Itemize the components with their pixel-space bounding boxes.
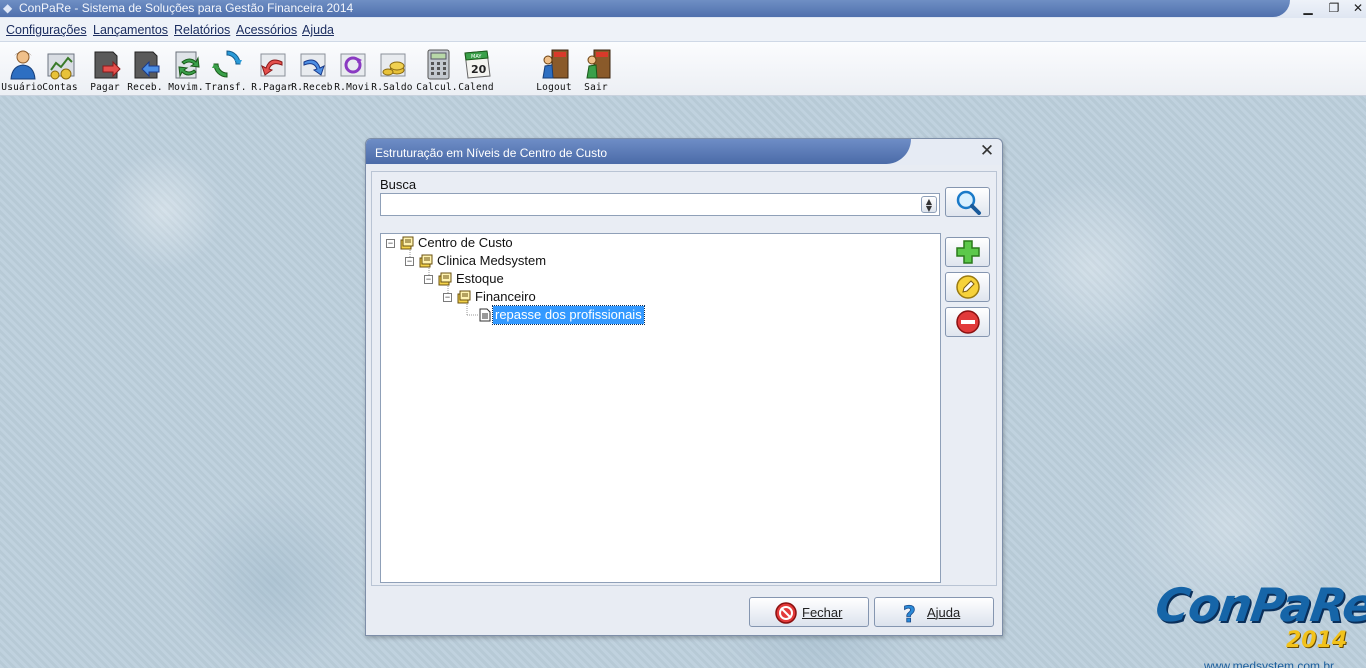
conpare-logo: ConPaRe 2014 www.medsystem.com.br	[1152, 578, 1366, 668]
toolbar: Usuário Contas Pagar Receb. Movim. Trans…	[0, 42, 1366, 96]
toolbar-transf-label: Transf.	[205, 82, 247, 93]
pencil-icon	[956, 275, 980, 299]
help-icon: ?	[903, 603, 917, 625]
dialog-body: Busca ▲ ▼ − Centro de Custo − Clinica Me…	[371, 171, 997, 586]
collapse-icon[interactable]: −	[424, 275, 433, 284]
collapse-icon[interactable]: −	[386, 239, 395, 248]
collapse-icon[interactable]: −	[443, 293, 452, 302]
toolbar-sair-button[interactable]: Sair	[576, 46, 616, 94]
toolbar-transf-button[interactable]: Transf.	[205, 46, 247, 94]
close-window-button[interactable]: ✕	[1346, 0, 1366, 18]
transfer-icon	[212, 50, 242, 78]
calendar-month: MAY	[471, 54, 482, 60]
folder-icon	[400, 236, 414, 250]
busca-combobox[interactable]: ▲ ▼	[380, 193, 940, 216]
app-icon: ◆	[3, 1, 13, 15]
window-title: ConPaRe - Sistema de Soluções para Gestã…	[19, 1, 354, 15]
logout-icon	[542, 49, 569, 79]
tree-node-label: Financeiro	[475, 289, 536, 304]
logo-year: 2014	[1286, 628, 1348, 653]
accounts-icon	[47, 53, 75, 80]
toolbar-rpagar-button[interactable]: R.Pagar	[251, 46, 293, 94]
restore-button[interactable]: ❐	[1322, 0, 1346, 18]
toolbar-rsaldo-label: R.Saldo	[371, 82, 413, 93]
menu-lancamentos[interactable]: Lançamentos	[93, 23, 168, 37]
logo-name: ConPaRe	[1152, 578, 1366, 632]
close-icon[interactable]: ✕	[978, 142, 996, 160]
report-movement-icon	[340, 53, 366, 77]
ajuda-button[interactable]: ? Ajuda	[874, 597, 994, 627]
receive-icon	[134, 51, 160, 79]
toolbar-calcul-button[interactable]: Calcul.	[416, 46, 458, 94]
toolbar-calend-label: Calend	[458, 82, 494, 93]
tree-node-label: Centro de Custo	[418, 235, 513, 250]
exit-icon	[586, 49, 611, 79]
minus-icon	[956, 310, 980, 334]
toolbar-receb-button[interactable]: Receb.	[125, 46, 165, 94]
tree-node-label-selected: repasse dos profissionais	[492, 305, 645, 325]
plus-icon	[956, 240, 980, 264]
search-button[interactable]	[945, 187, 990, 217]
menu-ajuda[interactable]: Ajuda	[302, 23, 334, 37]
pay-icon	[94, 51, 121, 79]
folder-icon	[438, 272, 452, 286]
toolbar-pagar-button[interactable]: Pagar	[85, 46, 125, 94]
movement-icon	[175, 51, 200, 79]
toolbar-contas-label: Contas	[42, 82, 78, 93]
minimize-button[interactable]: ▁	[1296, 0, 1320, 18]
document-icon	[479, 308, 491, 322]
folder-icon	[457, 290, 471, 304]
title-band: ◆ ConPaRe - Sistema de Soluções para Ges…	[0, 0, 1290, 17]
menu-bar: Configurações Lançamentos Relatórios Ace…	[0, 18, 1366, 42]
calculator-icon	[427, 49, 450, 80]
close-circle-icon	[775, 602, 797, 624]
dialog-title-band: Estruturação em Níveis de Centro de Cust…	[366, 139, 911, 164]
search-icon	[956, 190, 981, 215]
toolbar-contas-button[interactable]: Contas	[40, 46, 80, 94]
edit-button[interactable]	[945, 272, 990, 302]
delete-button[interactable]	[945, 307, 990, 337]
cost-center-dialog: Estruturação em Níveis de Centro de Cust…	[365, 138, 1003, 636]
toolbar-sair-label: Sair	[584, 82, 608, 93]
calendar-day: 20	[471, 63, 487, 76]
toolbar-logout-label: Logout	[536, 82, 572, 93]
tree-node-label: Clinica Medsystem	[437, 253, 547, 268]
dropdown-arrow-icon[interactable]: ▲ ▼	[921, 196, 937, 213]
toolbar-rmovi-button[interactable]: R.Movi	[332, 46, 372, 94]
fechar-button[interactable]: Fechar	[749, 597, 869, 627]
toolbar-calend-button[interactable]: MAY 20 Calend	[456, 46, 496, 94]
folder-icon	[419, 254, 433, 268]
tree-node-label: Estoque	[456, 271, 504, 286]
report-pay-icon	[260, 53, 286, 77]
dialog-title-bar: Estruturação em Níveis de Centro de Cust…	[366, 139, 1002, 165]
menu-acessorios[interactable]: Acessórios	[236, 23, 297, 37]
svg-text:?: ?	[903, 603, 916, 625]
busca-label: Busca	[380, 177, 417, 192]
report-balance-icon	[380, 53, 406, 77]
menu-relatorios[interactable]: Relatórios	[174, 23, 230, 37]
calendar-icon: MAY 20	[464, 50, 491, 79]
report-receive-icon	[300, 53, 326, 77]
dialog-title: Estruturação em Níveis de Centro de Cust…	[375, 146, 608, 160]
menu-configuracoes[interactable]: Configurações	[6, 23, 87, 37]
toolbar-logout-button[interactable]: Logout	[534, 46, 574, 94]
ajuda-label: Ajuda	[927, 605, 961, 620]
toolbar-rsaldo-button[interactable]: R.Saldo	[371, 46, 413, 94]
logo-url: www.medsystem.com.br	[1204, 659, 1335, 668]
collapse-icon[interactable]: −	[405, 257, 414, 266]
fechar-label: Fechar	[802, 605, 843, 620]
title-bar: ◆ ConPaRe - Sistema de Soluções para Ges…	[0, 0, 1366, 18]
add-button[interactable]	[945, 237, 990, 267]
toolbar-movim-button[interactable]: Movim.	[166, 46, 206, 94]
user-icon	[10, 50, 36, 80]
toolbar-rreceb-button[interactable]: R.Receb	[291, 46, 333, 94]
cost-center-tree[interactable]: − Centro de Custo − Clinica Medsystem − …	[380, 233, 941, 583]
